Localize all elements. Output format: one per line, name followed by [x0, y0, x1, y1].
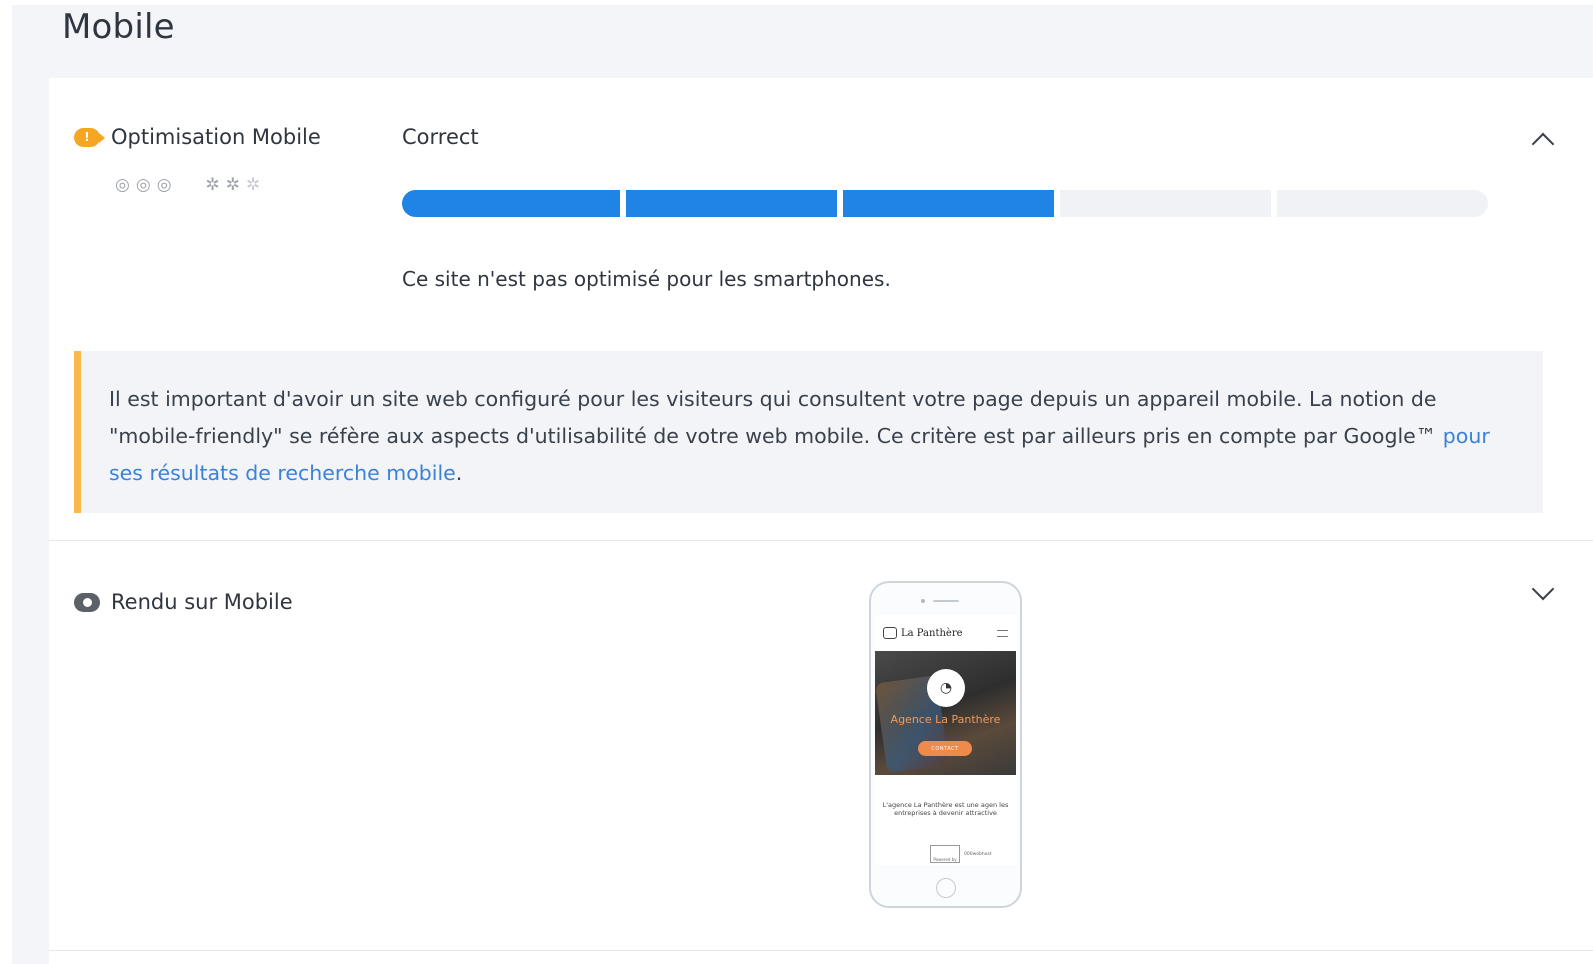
eye-icon: [74, 592, 100, 612]
status-word: Correct: [402, 125, 479, 149]
callout-end: .: [455, 461, 463, 485]
preview-footer: Powered by 000webhost: [930, 845, 992, 863]
page-title: Mobile: [62, 7, 175, 47]
importance-rating: ◎ ◎ ◎ ✲ ✲ ✲: [115, 175, 260, 195]
target-icon: ◎: [115, 175, 130, 195]
page: Mobile ! Optimisation Mobile ◎ ◎ ◎ ✲ ✲ ✲…: [12, 5, 1593, 964]
result-sentence: Ce site n'est pas optimisé pour les smar…: [402, 267, 891, 291]
preview-site-name: La Panthère: [901, 627, 963, 639]
callout-text: Il est important d'avoir un site web con…: [109, 387, 1443, 448]
score-segment: [1277, 190, 1488, 217]
optimisation-section: ! Optimisation Mobile ◎ ◎ ◎ ✲ ✲ ✲ Correc…: [49, 78, 1593, 541]
rendu-section: Rendu sur Mobile La Panthère ◔ Agence La…: [49, 541, 1593, 951]
info-callout: Il est important d'avoir un site web con…: [74, 351, 1543, 513]
optimisation-label: Optimisation Mobile: [111, 125, 321, 149]
results-card: ! Optimisation Mobile ◎ ◎ ◎ ✲ ✲ ✲ Correc…: [49, 78, 1593, 964]
phone-screen: La Panthère ◔ Agence La Panthère CONTACT…: [875, 615, 1016, 865]
preview-contact-button: CONTACT: [918, 741, 972, 756]
preview-hero-title: Agence La Panthère: [890, 713, 1001, 726]
panther-logo-icon: [883, 627, 897, 639]
target-icon: ◎: [156, 175, 172, 195]
preview-footer-label: Powered by: [930, 845, 960, 863]
phone-speaker: [933, 600, 959, 602]
gear-icon: ✲: [205, 175, 220, 195]
menu-icon: [997, 629, 1008, 637]
rendu-header[interactable]: Rendu sur Mobile: [74, 590, 293, 614]
panther-badge-icon: ◔: [927, 669, 965, 707]
preview-hero: ◔ Agence La Panthère CONTACT: [875, 651, 1016, 775]
score-segment: [1060, 190, 1271, 217]
phone-camera: [921, 599, 925, 603]
score-segment: [843, 190, 1054, 217]
gear-icon: ✲: [246, 175, 261, 195]
target-icon: ◎: [135, 175, 151, 195]
chevron-down-icon[interactable]: [1531, 577, 1555, 601]
optimisation-header[interactable]: ! Optimisation Mobile: [74, 125, 321, 149]
preview-footer-brand: 000webhost: [964, 851, 992, 857]
home-button-icon: [936, 878, 956, 898]
gear-icon: ✲: [225, 175, 241, 195]
chevron-up-icon[interactable]: [1531, 132, 1555, 156]
preview-logo: La Panthère: [883, 627, 963, 639]
preview-body-text: L'agence La Panthère est une agen les en…: [882, 801, 1009, 817]
score-segment: [402, 190, 620, 217]
score-segment: [626, 190, 837, 217]
rendu-label: Rendu sur Mobile: [111, 590, 293, 614]
warning-icon: !: [74, 127, 105, 147]
preview-nav: La Panthère: [875, 615, 1016, 651]
score-bar: [402, 190, 1488, 217]
phone-preview: La Panthère ◔ Agence La Panthère CONTACT…: [869, 581, 1022, 908]
